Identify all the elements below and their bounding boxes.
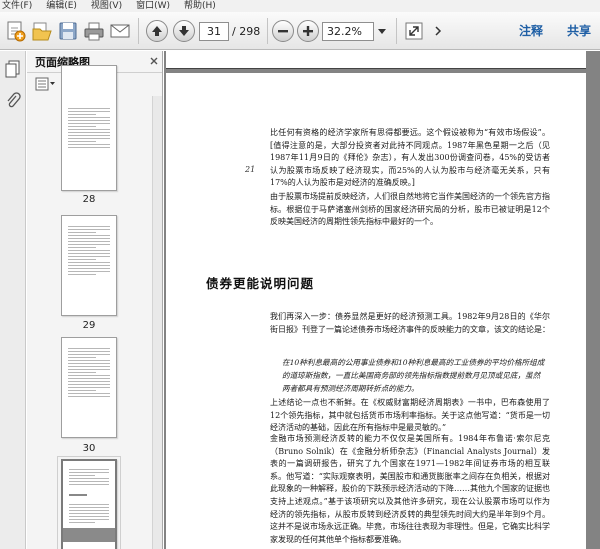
paragraph-4: 上述结论一点也不新鲜。在《权威财富期经济周期表》一书中，巴布森使用了12个领先指… — [270, 398, 550, 433]
menu-file[interactable]: 文件(F) — [2, 0, 32, 12]
menu-edit[interactable]: 编辑(E) — [46, 0, 77, 12]
paperclip-icon[interactable] — [4, 91, 22, 111]
thumbnail-panel: 页面缩略图 28 29 30 — [27, 51, 163, 549]
fit-page-icon[interactable] — [402, 19, 426, 43]
thumbnail-page-30[interactable] — [61, 337, 117, 438]
toolbar-separator — [138, 18, 139, 44]
email-icon[interactable] — [108, 19, 132, 43]
thumbnail-list: 28 29 30 31 — [27, 65, 162, 549]
toolbar: 31 / 298 32.2% 注释 共享 — [0, 12, 600, 50]
open-folder-icon[interactable] — [30, 19, 54, 43]
block-quote: 在10种利息最高的公用事业债券和10种利息最高的工业债券的平均价格所组成的道琼斯… — [282, 358, 545, 393]
options-icon[interactable] — [35, 77, 55, 91]
menu-bar: 文件(F) 编辑(E) 视图(V) 窗口(W) 帮助(H) — [0, 0, 600, 12]
zoom-out-button[interactable] — [271, 19, 295, 43]
chevron-down-icon[interactable] — [375, 22, 389, 41]
paragraph-5: 金融市场预测经济反转的能力不仅仅是美国所有。1984年布鲁诺·索尔尼克（Brun… — [270, 434, 550, 544]
paragraph-3: 我们再深入一步：债券显然是更好的经济预测工具。1982年9月28日的《华尔街日报… — [270, 312, 550, 334]
previous-page-bottom — [166, 51, 586, 69]
toolbar-separator — [396, 18, 397, 44]
document-page: 比任何有资格的经济学家所有思得都要远。这个假设被称为“有效市场假设”。[值得注意… — [166, 73, 586, 549]
save-icon[interactable] — [56, 19, 80, 43]
section-heading: 债券更能说明问题 — [206, 276, 315, 291]
share-button[interactable]: 共享 — [567, 23, 591, 40]
paragraph-2: 由于股票市场提前反映经济，人们很自然地将它当作美国经济的一个领先官方指标。根据位… — [270, 192, 550, 227]
create-pdf-icon[interactable] — [4, 19, 28, 43]
thumbnail-label: 30 — [82, 443, 96, 454]
menu-view[interactable]: 视图(V) — [91, 0, 122, 12]
thumbnail-label: 28 — [82, 194, 96, 205]
toolbar-separator — [267, 18, 268, 44]
comment-button[interactable]: 注释 — [519, 23, 543, 40]
menu-window[interactable]: 窗口(W) — [136, 0, 170, 12]
page-total: / 298 — [232, 25, 261, 38]
paragraph-1: 比任何有资格的经济学家所有思得都要远。这个假设被称为“有效市场假设”。[值得注意… — [270, 128, 550, 188]
print-icon[interactable] — [82, 19, 106, 43]
page-number-input[interactable]: 31 — [199, 22, 229, 41]
panel-scrollbar[interactable] — [152, 96, 162, 549]
thumbnail-label: 29 — [82, 320, 96, 331]
document-viewport[interactable]: 比任何有资格的经济学家所有思得都要远。这个假设被称为“有效市场假设”。[值得注意… — [164, 51, 600, 549]
close-icon[interactable] — [150, 55, 158, 68]
thumbnail-page-31[interactable] — [61, 459, 117, 549]
next-page-button[interactable] — [172, 19, 196, 43]
page-thumbnails-icon[interactable] — [4, 59, 22, 79]
expand-arrow-icon[interactable] — [430, 19, 448, 43]
navigation-strip — [0, 51, 26, 549]
zoom-in-button[interactable] — [296, 19, 320, 43]
margin-page-number: 21 — [245, 165, 256, 174]
previous-page-button[interactable] — [145, 19, 169, 43]
menu-help[interactable]: 帮助(H) — [184, 0, 216, 12]
thumbnail-page-28[interactable] — [61, 65, 117, 191]
thumbnail-page-29[interactable] — [61, 215, 117, 316]
zoom-level-input[interactable]: 32.2% — [322, 22, 374, 41]
